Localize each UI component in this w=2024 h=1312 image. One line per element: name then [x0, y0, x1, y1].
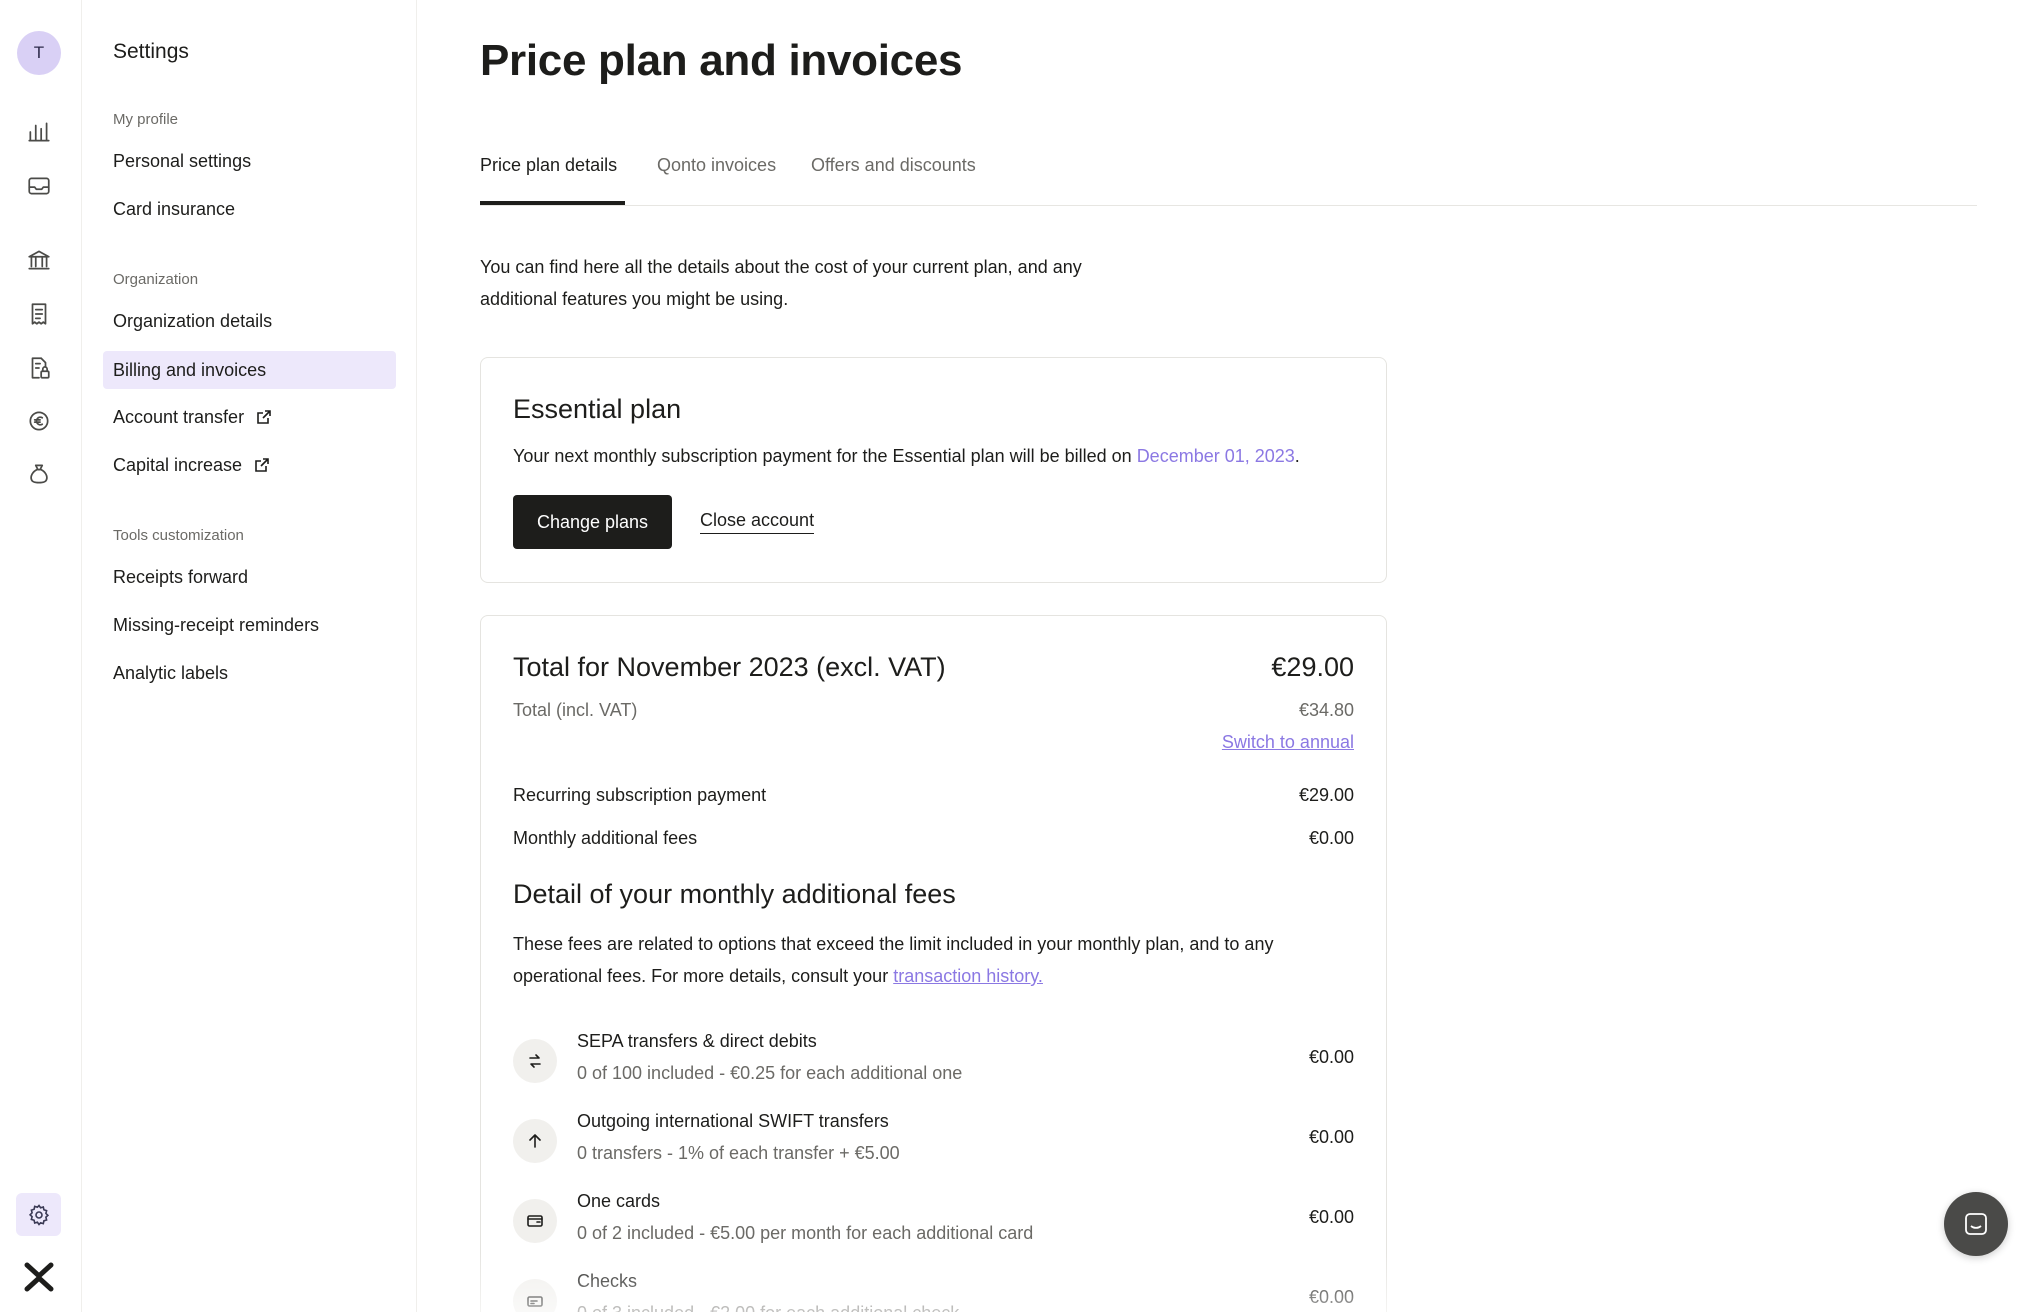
- sidebar-item-label: Organization details: [113, 310, 273, 331]
- sidebar-item-card-insurance[interactable]: Card insurance: [103, 190, 396, 228]
- qonto-logo-icon[interactable]: [24, 1262, 54, 1292]
- sidebar-item-missing-receipt-reminders[interactable]: Missing-receipt reminders: [103, 606, 396, 644]
- total-incl-vat-row: Total (incl. VAT) €34.80: [513, 700, 1354, 721]
- euro-coin-icon[interactable]: [22, 404, 56, 438]
- total-incl-vat-label: Total (incl. VAT): [513, 700, 638, 720]
- plan-description: Your next monthly subscription payment f…: [513, 446, 1300, 467]
- sidebar-item-capital-increase[interactable]: Capital increase: [103, 446, 396, 484]
- total-amount: €29.00: [1271, 652, 1354, 682]
- transfer-arrows-icon: [513, 1039, 557, 1083]
- fee-name: One cards: [577, 1191, 661, 1211]
- sidebar-item-receipts-forward[interactable]: Receipts forward: [103, 558, 396, 596]
- wallet-card-icon: [513, 1199, 557, 1243]
- fee-amount: €0.00: [1308, 1047, 1354, 1067]
- fee-amount: €0.00: [1308, 1207, 1354, 1227]
- fee-detail: 0 of 2 included - €5.00 per month for ea…: [577, 1223, 1034, 1243]
- arrow-up-icon: [513, 1119, 557, 1163]
- fee-detail: 0 transfers - 1% of each transfer + €5.0…: [577, 1143, 900, 1163]
- settings-sidebar: Settings My profile Personal settings Ca…: [82, 0, 417, 1312]
- money-bag-icon[interactable]: [22, 457, 56, 491]
- totals-card: Total for November 2023 (excl. VAT) €29.…: [480, 615, 1387, 1312]
- fee-row: One cards 0 of 2 included - €5.00 per mo…: [513, 1191, 1354, 1255]
- sidebar-item-label: Missing-receipt reminders: [113, 614, 320, 635]
- plan-card: Essential plan Your next monthly subscri…: [480, 357, 1387, 583]
- additional-fees-row: Monthly additional fees €0.00: [513, 828, 1354, 849]
- fees-detail-description: These fees are related to options that e…: [513, 928, 1343, 992]
- avatar-initial: T: [33, 43, 45, 62]
- recurring-payment-amount: €29.00: [1298, 785, 1354, 805]
- sidebar-item-label: Receipts forward: [113, 566, 249, 587]
- sidebar-item-label: Billing and invoices: [113, 359, 267, 380]
- tab-offers-and-discounts[interactable]: Offers and discounts: [811, 155, 976, 176]
- recurring-payment-label: Recurring subscription payment: [513, 785, 767, 805]
- fee-row: Checks 0 of 3 included - €2.00 for each …: [513, 1271, 1354, 1312]
- bank-icon[interactable]: [22, 243, 56, 277]
- total-title: Total for November 2023 (excl. VAT): [513, 652, 946, 682]
- external-link-icon: [254, 457, 270, 473]
- active-tab-indicator: [480, 201, 625, 205]
- total-incl-vat-amount: €34.80: [1298, 700, 1354, 720]
- fee-detail: 0 of 3 included - €2.00 for each additio…: [577, 1303, 959, 1312]
- sidebar-item-analytic-labels[interactable]: Analytic labels: [103, 654, 396, 692]
- additional-fees-amount: €0.00: [1308, 828, 1354, 848]
- fee-amount: €0.00: [1308, 1127, 1354, 1147]
- close-account-link[interactable]: Close account: [700, 510, 815, 534]
- tab-bar: Price plan details Qonto invoices Offers…: [480, 148, 1977, 206]
- recurring-payment-row: Recurring subscription payment €29.00: [513, 785, 1354, 806]
- main-content: Price plan and invoices Price plan detai…: [417, 0, 2024, 1312]
- section-label-tools-customization: Tools customization: [113, 527, 244, 544]
- external-link-icon: [256, 409, 272, 425]
- plan-description-end: .: [1294, 446, 1300, 466]
- sidebar-item-label: Card insurance: [113, 198, 236, 219]
- plan-title: Essential plan: [513, 394, 682, 424]
- gear-icon[interactable]: [16, 1193, 61, 1236]
- switch-to-annual-link[interactable]: Switch to annual: [1222, 732, 1354, 753]
- intro-text: You can find here all the details about …: [480, 257, 1082, 309]
- avatar[interactable]: T: [17, 31, 61, 75]
- locked-document-icon[interactable]: [22, 351, 56, 385]
- fee-name: SEPA transfers & direct debits: [577, 1031, 817, 1051]
- section-label-organization: Organization: [113, 271, 199, 288]
- section-label-my-profile: My profile: [113, 111, 179, 128]
- receipt-icon[interactable]: [22, 297, 56, 331]
- sidebar-title: Settings: [113, 40, 189, 63]
- fee-row: SEPA transfers & direct debits 0 of 100 …: [513, 1031, 1354, 1095]
- inbox-icon[interactable]: [22, 169, 56, 203]
- sidebar-item-label: Personal settings: [113, 150, 252, 171]
- sidebar-item-label: Capital increase: [113, 454, 243, 475]
- chat-icon[interactable]: [1944, 1192, 2008, 1256]
- bar-chart-icon[interactable]: [22, 115, 56, 149]
- billing-date: December 01, 2023: [1136, 446, 1295, 466]
- tab-price-plan-details[interactable]: Price plan details: [480, 155, 617, 176]
- sidebar-item-label: Account transfer: [113, 406, 245, 427]
- fees-detail-title: Detail of your monthly additional fees: [513, 879, 956, 909]
- tab-qonto-invoices[interactable]: Qonto invoices: [657, 155, 776, 176]
- sidebar-item-billing-and-invoices[interactable]: Billing and invoices: [103, 351, 396, 389]
- sidebar-item-organization-details[interactable]: Organization details: [103, 302, 396, 340]
- fee-name: Outgoing international SWIFT transfers: [577, 1111, 889, 1131]
- icon-rail: T: [0, 0, 82, 1312]
- fee-detail: 0 of 100 included - €0.25 for each addit…: [577, 1063, 963, 1083]
- change-plans-button[interactable]: Change plans: [513, 495, 672, 549]
- transaction-history-link[interactable]: transaction history.: [893, 966, 1043, 986]
- plan-description-text: Your next monthly subscription payment f…: [513, 446, 1137, 466]
- sidebar-item-personal-settings[interactable]: Personal settings: [103, 142, 396, 180]
- page-title: Price plan and invoices: [480, 36, 963, 85]
- fee-amount: €0.00: [1308, 1287, 1354, 1307]
- fee-name: Checks: [577, 1271, 638, 1291]
- sidebar-item-account-transfer[interactable]: Account transfer: [103, 398, 396, 436]
- fee-row: Outgoing international SWIFT transfers 0…: [513, 1111, 1354, 1175]
- sidebar-item-label: Analytic labels: [113, 662, 229, 683]
- additional-fees-label: Monthly additional fees: [513, 828, 698, 848]
- check-icon: [513, 1279, 557, 1312]
- total-row: Total for November 2023 (excl. VAT) €29.…: [513, 652, 1354, 683]
